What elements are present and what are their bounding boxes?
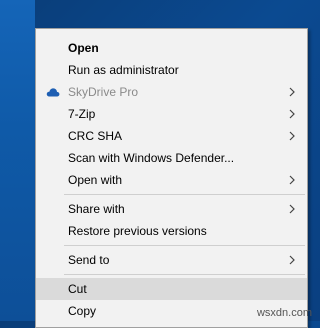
context-menu: Open Run as administrator SkyDrive Pro 7…	[35, 28, 308, 328]
menu-separator	[64, 245, 305, 246]
menu-item-7-zip[interactable]: 7-Zip	[36, 103, 307, 125]
chevron-right-icon	[289, 204, 295, 214]
menu-item-open-with[interactable]: Open with	[36, 169, 307, 191]
menu-item-crc-sha[interactable]: CRC SHA	[36, 125, 307, 147]
menu-item-restore-previous-versions[interactable]: Restore previous versions	[36, 220, 307, 242]
cloud-icon	[46, 88, 60, 97]
menu-separator	[64, 274, 305, 275]
menu-item-label: SkyDrive Pro	[68, 85, 139, 99]
menu-separator	[64, 194, 305, 195]
menu-item-open[interactable]: Open	[36, 37, 307, 59]
chevron-right-icon	[289, 109, 295, 119]
menu-item-label: Run as administrator	[68, 63, 179, 77]
menu-item-run-as-administrator[interactable]: Run as administrator	[36, 59, 307, 81]
menu-item-label: Open	[68, 41, 99, 55]
chevron-right-icon	[289, 175, 295, 185]
menu-item-label: Scan with Windows Defender...	[68, 151, 235, 165]
menu-item-cut[interactable]: Cut	[36, 278, 307, 300]
menu-item-label: CRC SHA	[68, 129, 123, 143]
menu-item-label: Restore previous versions	[68, 224, 207, 238]
menu-item-share-with[interactable]: Share with	[36, 198, 307, 220]
menu-item-label: Open with	[68, 173, 123, 187]
menu-item-label: 7-Zip	[68, 107, 96, 121]
desktop-light-beam	[0, 0, 35, 321]
menu-item-label: Cut	[68, 282, 87, 296]
menu-item-scan-with-windows-defender[interactable]: Scan with Windows Defender...	[36, 147, 307, 169]
chevron-right-icon	[289, 131, 295, 141]
menu-item-label: Copy	[68, 304, 97, 318]
chevron-right-icon	[289, 255, 295, 265]
menu-items: Open Run as administrator SkyDrive Pro 7…	[36, 37, 307, 322]
menu-item-label: Send to	[68, 253, 110, 267]
watermark: wsxdn.com	[256, 307, 312, 319]
menu-item-label: Share with	[68, 202, 125, 216]
menu-item-send-to[interactable]: Send to	[36, 249, 307, 271]
menu-item-skydrive-pro[interactable]: SkyDrive Pro	[36, 81, 307, 103]
chevron-right-icon	[289, 87, 295, 97]
